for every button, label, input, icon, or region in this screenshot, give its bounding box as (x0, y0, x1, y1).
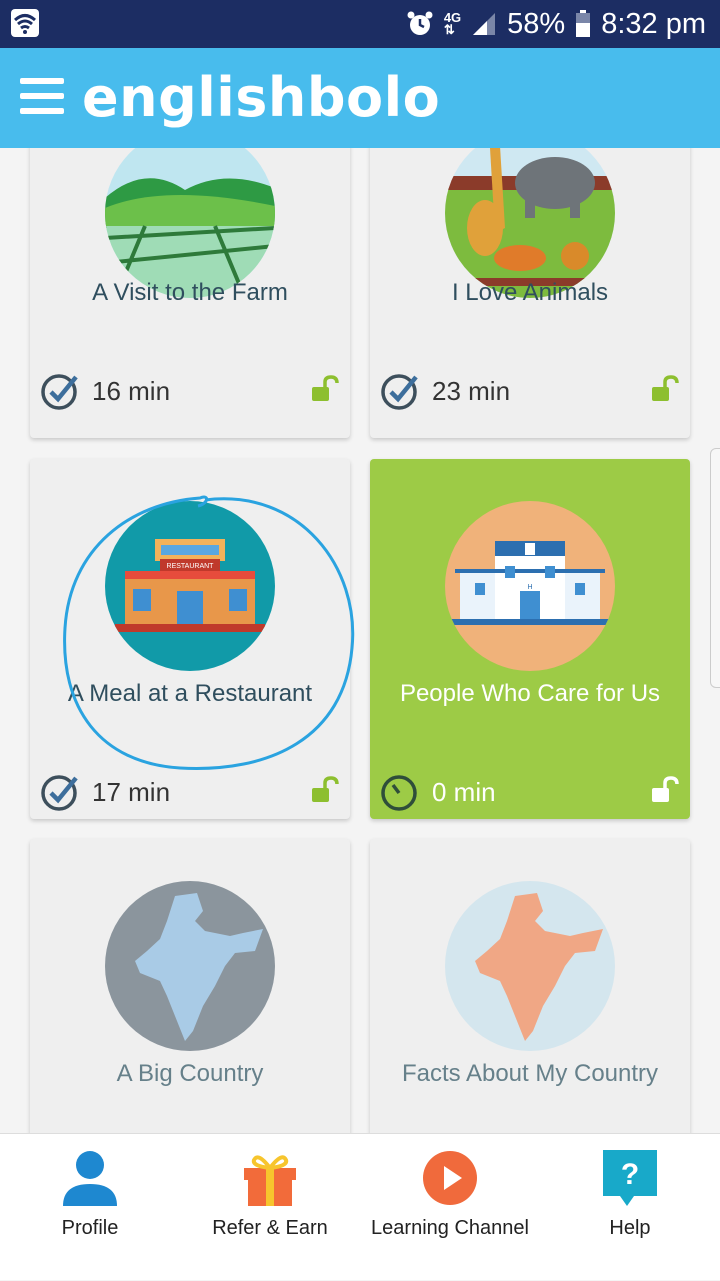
signal-icon (473, 13, 496, 35)
lesson-card-farm[interactable]: A Visit to the Farm 16 min (30, 148, 350, 438)
lesson-duration: 0 min (380, 772, 496, 812)
scroll-indicator[interactable] (710, 448, 720, 688)
battery-icon (576, 10, 591, 37)
india-map-illustration (105, 881, 275, 1051)
check-timer-icon (41, 374, 78, 410)
unlocked-icon (652, 776, 679, 802)
gift-icon (244, 1155, 296, 1206)
hospital-illustration: H (445, 501, 615, 671)
bottom-nav: Profile Refer & Earn Learning Channel ? … (0, 1133, 720, 1280)
unlocked-icon (312, 776, 339, 802)
app-bar: englishbolo (0, 48, 720, 148)
restaurant-sign: RESTAURANT (167, 563, 215, 570)
lesson-duration: 23 min (380, 371, 510, 411)
lesson-title: A Meal at a Restaurant (67, 680, 313, 707)
hamburger-menu-icon[interactable] (20, 78, 64, 118)
lesson-title: I Love Animals (451, 279, 609, 306)
lesson-card-big-country[interactable]: A Big Country (30, 839, 350, 1133)
nav-learning-channel[interactable]: Learning Channel (360, 1134, 540, 1281)
wifi-icon (11, 9, 39, 37)
lesson-card-restaurant[interactable]: RESTAURANT A Meal at a Restaurant 17 min (30, 459, 350, 819)
timer-icon (381, 775, 417, 811)
restaurant-illustration: RESTAURANT (105, 501, 275, 671)
nav-help[interactable]: ? Help (540, 1134, 720, 1281)
lesson-duration: 16 min (40, 371, 170, 411)
lesson-card-people-who-care[interactable]: H People Who Care for Us 0 min (370, 459, 690, 819)
lesson-title: A Visit to the Farm (92, 279, 288, 306)
lesson-title: A Big Country (116, 1060, 264, 1087)
nav-refer-earn[interactable]: Refer & Earn (180, 1134, 360, 1281)
help-glyph: ? (621, 1158, 639, 1191)
check-timer-icon (41, 775, 78, 811)
play-icon (423, 1151, 477, 1205)
clock: 8:32 pm (601, 7, 706, 40)
unlocked-icon (652, 375, 679, 401)
check-timer-icon (381, 374, 418, 410)
network-type: 4G ⇅ (443, 10, 462, 37)
help-icon: ? (603, 1150, 657, 1206)
lesson-duration: 17 min (40, 772, 170, 812)
lesson-card-facts-about-my-country[interactable]: Facts About My Country (370, 839, 690, 1133)
lesson-card-animals[interactable]: I Love Animals 23 min (370, 148, 690, 438)
profile-icon (63, 1151, 117, 1206)
app-logo: englishbolo (82, 66, 441, 129)
battery-percent: 58% (507, 7, 566, 40)
hospital-sign: H (527, 584, 532, 591)
lesson-grid: A Visit to the Farm 16 min I Love Animal… (0, 148, 720, 1133)
status-bar: 4G ⇅ 58% 8:32 pm (0, 0, 720, 48)
india-map-illustration (445, 881, 615, 1051)
unlocked-icon (312, 375, 339, 401)
lesson-title: Facts About My Country (401, 1060, 659, 1087)
alarm-icon (407, 11, 433, 35)
nav-profile[interactable]: Profile (0, 1134, 180, 1281)
lesson-title: People Who Care for Us (399, 680, 661, 707)
